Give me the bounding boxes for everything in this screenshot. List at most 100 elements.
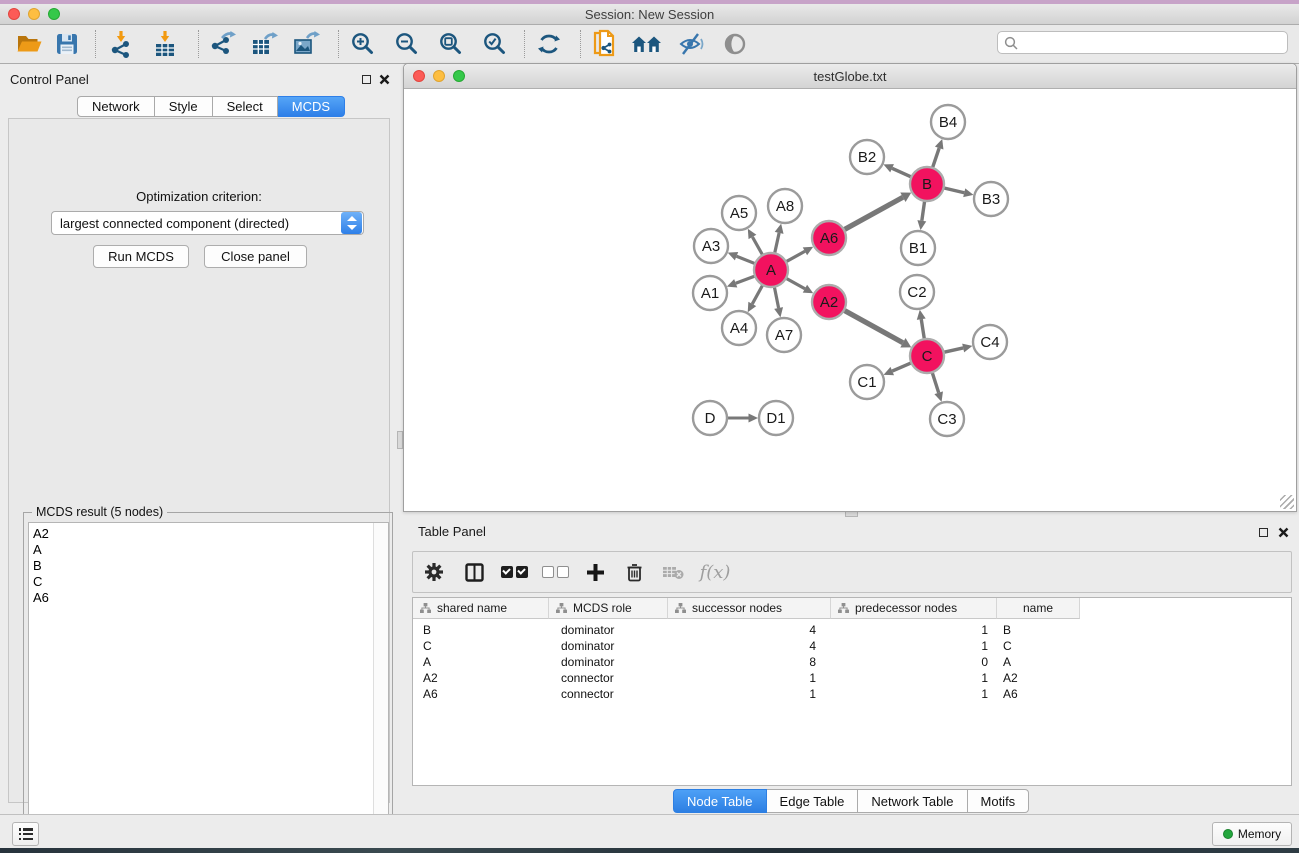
- run-mcds-button[interactable]: Run MCDS: [93, 245, 189, 268]
- tab-mcds[interactable]: MCDS: [278, 96, 345, 117]
- table-cell[interactable]: A6: [997, 687, 1291, 701]
- create-column-button[interactable]: [575, 557, 615, 587]
- table-panel-float-button[interactable]: [1253, 524, 1273, 540]
- close-panel-button[interactable]: [374, 71, 394, 87]
- table-cell[interactable]: dominator: [549, 623, 668, 637]
- table-row[interactable]: A6connector11A6: [413, 686, 1291, 702]
- mcds-result-list[interactable]: A2ABCA6: [28, 522, 389, 849]
- tab-edge-table[interactable]: Edge Table: [767, 789, 859, 813]
- export-table-button[interactable]: [248, 28, 282, 60]
- zoom-fit-button[interactable]: [434, 28, 468, 60]
- column-header-shared-name[interactable]: shared name: [413, 598, 549, 619]
- graph-edge[interactable]: [774, 287, 778, 308]
- save-session-button[interactable]: [50, 28, 84, 60]
- tab-network[interactable]: Network: [77, 96, 155, 117]
- table-cell[interactable]: 1: [668, 687, 831, 701]
- table-row[interactable]: Adominator80A: [413, 654, 1291, 670]
- graph-edge[interactable]: [736, 276, 755, 283]
- home-networks-button[interactable]: [630, 28, 664, 60]
- graph-edge[interactable]: [944, 348, 964, 352]
- table-cell[interactable]: A6: [413, 687, 549, 701]
- table-panel-close-button[interactable]: [1273, 524, 1293, 540]
- mcds-result-item[interactable]: A2: [29, 526, 388, 542]
- graph-edge[interactable]: [932, 148, 939, 168]
- delete-table-button[interactable]: [653, 557, 693, 587]
- tab-motifs[interactable]: Motifs: [968, 789, 1030, 813]
- table-cell[interactable]: dominator: [549, 655, 668, 669]
- table-cell[interactable]: C: [997, 639, 1291, 653]
- graph-edge[interactable]: [921, 319, 924, 339]
- memory-button[interactable]: Memory: [1212, 822, 1292, 846]
- show-graphics-button[interactable]: [718, 28, 752, 60]
- zoom-selected-button[interactable]: [478, 28, 512, 60]
- table-cell[interactable]: A: [413, 655, 549, 669]
- tab-select[interactable]: Select: [213, 96, 278, 117]
- graph-edge[interactable]: [844, 310, 903, 343]
- graph-edge[interactable]: [932, 372, 939, 393]
- refresh-button[interactable]: [532, 28, 566, 60]
- table-cell[interactable]: 1: [831, 671, 997, 685]
- export-network-button[interactable]: [206, 28, 240, 60]
- show-columns-button[interactable]: [455, 557, 493, 587]
- mcds-result-item[interactable]: A: [29, 542, 388, 558]
- open-file-button[interactable]: [12, 28, 46, 60]
- column-header-name[interactable]: name: [997, 598, 1080, 619]
- import-table-button[interactable]: [148, 28, 182, 60]
- table-cell[interactable]: 1: [831, 623, 997, 637]
- graph-edge[interactable]: [786, 278, 805, 289]
- graph-edge[interactable]: [922, 201, 925, 221]
- table-cell[interactable]: B: [997, 623, 1291, 637]
- export-image-button[interactable]: [290, 28, 324, 60]
- graph-edge[interactable]: [892, 168, 911, 177]
- table-cell[interactable]: dominator: [549, 639, 668, 653]
- mcds-result-item[interactable]: C: [29, 574, 388, 590]
- close-panel-action-button[interactable]: Close panel: [204, 245, 307, 268]
- graph-edge[interactable]: [892, 363, 911, 371]
- mcds-result-item[interactable]: A6: [29, 590, 388, 606]
- graph-edge[interactable]: [752, 285, 763, 304]
- delete-column-button[interactable]: [615, 557, 653, 587]
- window-resize-grip[interactable]: [1280, 495, 1294, 509]
- show-panels-button[interactable]: [12, 822, 39, 846]
- table-cell[interactable]: C: [413, 639, 549, 653]
- tab-node-table[interactable]: Node Table: [673, 789, 767, 813]
- tab-network-table[interactable]: Network Table: [858, 789, 967, 813]
- mcds-result-item[interactable]: B: [29, 558, 388, 574]
- table-cell[interactable]: 1: [668, 671, 831, 685]
- import-network-button[interactable]: [104, 28, 138, 60]
- graph-edge[interactable]: [786, 251, 805, 262]
- duplicate-network-button[interactable]: [588, 28, 622, 60]
- column-header-successor-nodes[interactable]: successor nodes: [668, 598, 831, 619]
- table-cell[interactable]: 1: [831, 639, 997, 653]
- unselect-all-columns-button[interactable]: [535, 557, 575, 587]
- table-cell[interactable]: A2: [997, 671, 1291, 685]
- search-input[interactable]: [1022, 34, 1287, 52]
- network-graph[interactable]: B4B2BB3A8A5A6A3B1AC2A1A2A4A7C4CC1C3DD1: [404, 89, 1296, 512]
- float-panel-button[interactable]: [356, 71, 376, 87]
- table-cell[interactable]: A: [997, 655, 1291, 669]
- table-row[interactable]: Bdominator41B: [413, 622, 1291, 638]
- column-header-predecessor-nodes[interactable]: predecessor nodes: [831, 598, 997, 619]
- table-row[interactable]: A2connector11A2: [413, 670, 1291, 686]
- table-settings-button[interactable]: [413, 557, 455, 587]
- function-builder-button[interactable]: f(x): [693, 557, 737, 587]
- table-cell[interactable]: connector: [549, 687, 668, 701]
- hide-graphics-button[interactable]: [674, 28, 708, 60]
- select-all-columns-button[interactable]: [493, 557, 535, 587]
- optimization-select[interactable]: largest connected component (directed): [51, 211, 364, 235]
- table-row[interactable]: Cdominator41C: [413, 638, 1291, 654]
- table-cell[interactable]: B: [413, 623, 549, 637]
- table-cell[interactable]: 0: [831, 655, 997, 669]
- result-list-scrollbar[interactable]: [373, 523, 388, 848]
- graph-edge[interactable]: [775, 233, 779, 254]
- graph-edge[interactable]: [844, 197, 903, 230]
- zoom-in-button[interactable]: [346, 28, 380, 60]
- zoom-out-button[interactable]: [390, 28, 424, 60]
- graph-edge[interactable]: [752, 237, 762, 255]
- graph-edge[interactable]: [944, 188, 965, 193]
- tab-style[interactable]: Style: [155, 96, 213, 117]
- table-cell[interactable]: 1: [831, 687, 997, 701]
- table-cell[interactable]: 8: [668, 655, 831, 669]
- table-cell[interactable]: connector: [549, 671, 668, 685]
- table-cell[interactable]: 4: [668, 639, 831, 653]
